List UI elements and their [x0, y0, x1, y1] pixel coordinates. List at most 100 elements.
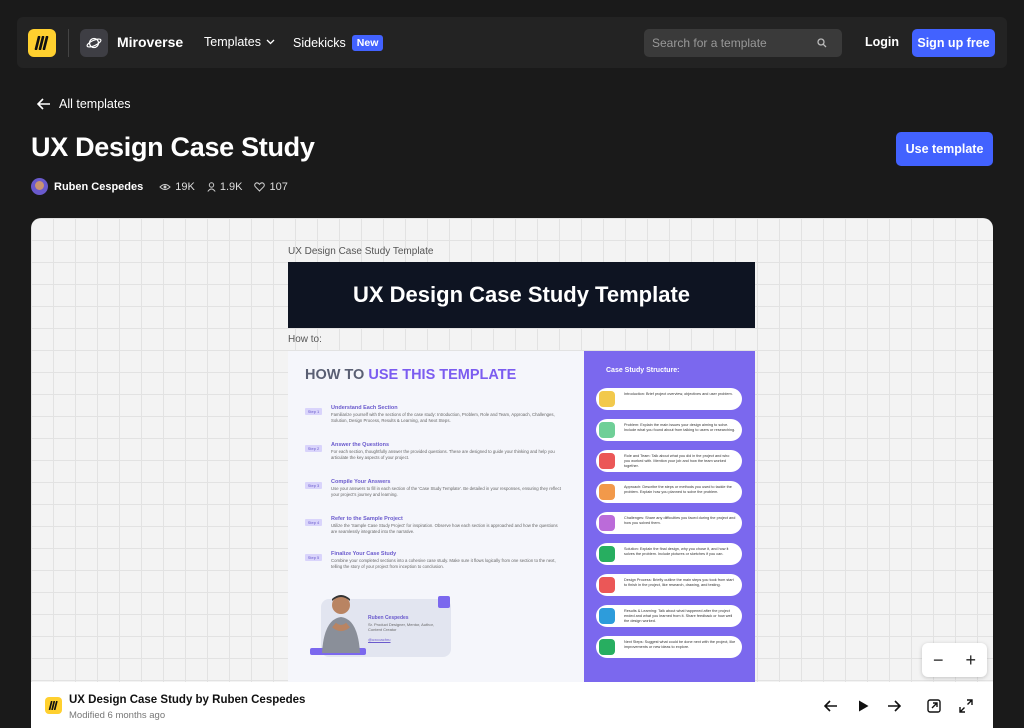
templates-menu[interactable]: Templates	[204, 35, 275, 49]
structure-item: Challenges: Share any difficulties you f…	[596, 512, 742, 534]
board-banner: UX Design Case Study Template	[288, 262, 755, 328]
zoom-out-button[interactable]: −	[933, 650, 944, 671]
back-label: All templates	[59, 97, 131, 111]
structure-item: Next Steps: Suggest what could be done n…	[596, 636, 742, 658]
brand-name[interactable]: Miroverse	[117, 34, 183, 50]
structure-item-text: Approach: Describe the steps or methods …	[624, 485, 732, 494]
arrow-left-icon	[37, 98, 50, 110]
linkedin-icon	[438, 596, 450, 608]
step-text: Utilize the 'Sample Case Study Project' …	[331, 523, 558, 534]
chevron-down-icon	[266, 39, 275, 45]
author-photo	[322, 595, 360, 653]
board-footer-bar: UX Design Case Study by Ruben Cespedes M…	[31, 682, 993, 728]
miro-logo-icon	[45, 697, 62, 714]
search-box	[644, 29, 842, 57]
step-text: Use your answers to fill in each section…	[331, 486, 561, 497]
signup-button[interactable]: Sign up free	[912, 29, 995, 57]
step-heading: Refer to the Sample Project	[331, 516, 403, 522]
next-steps-icon	[599, 639, 615, 655]
miroverse-planet-icon[interactable]	[80, 29, 108, 57]
views-stat: 19K	[159, 181, 195, 193]
open-external-icon[interactable]	[924, 696, 944, 716]
previous-arrow-icon[interactable]	[821, 696, 841, 716]
solution-check-icon	[599, 546, 615, 562]
play-icon[interactable]	[853, 696, 873, 716]
step-heading: Finalize Your Case Study	[331, 551, 397, 557]
board-title: UX Design Case Study by Ruben Cespedes	[69, 694, 306, 706]
how-title-part-a: HOW TO	[305, 367, 369, 383]
step-text: Combine your completed sections into a c…	[331, 558, 556, 569]
structure-item-text: Challenges: Share any difficulties you f…	[624, 516, 736, 525]
design-process-icon	[599, 577, 615, 593]
new-badge: New	[351, 35, 384, 51]
step-tag: Step 3	[305, 482, 322, 489]
users-stat: 1.9K	[207, 180, 243, 193]
likes-count: 107	[269, 180, 288, 193]
search-input[interactable]	[652, 36, 817, 50]
structure-item: Role and Team: Talk about what you did i…	[596, 450, 742, 472]
structure-item: Solution: Explain the final design, why …	[596, 543, 742, 565]
step-heading: Answer the Questions	[331, 442, 390, 448]
step-heading: Compile Your Answers	[331, 479, 391, 485]
template-meta: Ruben Cespedes 19K 1.9K 107	[31, 178, 300, 195]
how-to-title: HOW TO USE THIS TEMPLATE	[305, 367, 516, 383]
search-icon[interactable]	[817, 38, 827, 48]
templates-menu-label: Templates	[204, 35, 261, 49]
heart-icon	[254, 181, 266, 192]
user-icon	[207, 181, 216, 192]
structure-item: Results & Learning: Talk about what happ…	[596, 605, 742, 627]
challenges-icon	[599, 515, 615, 531]
zoom-control: − +	[922, 643, 987, 677]
nav-divider	[68, 29, 69, 57]
top-navigation: Miroverse Templates Sidekicks New Login …	[17, 17, 1007, 68]
use-template-button[interactable]: Use template	[896, 132, 993, 166]
approach-icon	[599, 484, 615, 500]
frame-label: UX Design Case Study Template	[288, 246, 434, 257]
author-name[interactable]: Ruben Cespedes	[54, 181, 143, 193]
structure-panel: Case Study Structure: Introduction: Brie…	[584, 351, 755, 686]
structure-title: Case Study Structure:	[606, 367, 680, 374]
results-magnifier-icon	[599, 608, 615, 624]
structure-item-text: Results & Learning: Talk about what happ…	[624, 609, 733, 623]
board-preview-canvas[interactable]: UX Design Case Study Template UX Design …	[31, 218, 993, 728]
next-arrow-icon[interactable]	[884, 696, 904, 716]
sidekicks-label: Sidekicks	[293, 36, 346, 50]
problem-icon	[599, 422, 615, 438]
eye-icon	[159, 183, 171, 190]
start-flag-icon	[599, 391, 615, 407]
author-card-role: Sr. Product Designer, Mentor, Author, Co…	[368, 622, 434, 632]
author-card-name: Ruben Cespedes	[368, 615, 409, 621]
structure-item-text: Role and Team: Talk about what you did i…	[624, 454, 730, 468]
step-tag: Step 4	[305, 519, 322, 526]
sidekicks-link[interactable]: Sidekicks New	[293, 35, 384, 51]
howto-frame-label: How to:	[288, 334, 322, 345]
author-avatar[interactable]	[31, 178, 48, 195]
step-tag: Step 5	[305, 554, 322, 561]
structure-item: Approach: Describe the steps or methods …	[596, 481, 742, 503]
how-title-part-b: USE THIS TEMPLATE	[368, 367, 517, 383]
author-card-handle: @uxcoachru	[368, 637, 391, 642]
step-text: For each section, thoughtfully answer th…	[331, 449, 555, 460]
step-heading: Understand Each Section	[331, 405, 398, 411]
structure-item-text: Solution: Explain the final design, why …	[624, 547, 729, 556]
step-text: Familiarize yourself with the sections o…	[331, 412, 555, 423]
users-count: 1.9K	[219, 180, 243, 193]
structure-item: Problem: Explain the main issues your de…	[596, 419, 742, 441]
structure-item-text: Introduction: Brief project overview, ob…	[624, 392, 733, 396]
views-count: 19K	[175, 180, 195, 193]
login-link[interactable]: Login	[865, 35, 899, 49]
structure-item: Design Process: Briefly outline the main…	[596, 574, 742, 596]
structure-item: Introduction: Brief project overview, ob…	[596, 388, 742, 410]
miro-logo-icon[interactable]	[28, 29, 56, 57]
team-icon	[599, 453, 615, 469]
zoom-in-button[interactable]: +	[965, 650, 976, 671]
board-modified: Modified 6 months ago	[69, 710, 166, 721]
page-title: UX Design Case Study	[31, 132, 315, 162]
likes-stat[interactable]: 107	[254, 180, 288, 193]
structure-item-text: Design Process: Briefly outline the main…	[624, 578, 734, 587]
fullscreen-icon[interactable]	[956, 696, 976, 716]
step-tag: Step 2	[305, 445, 322, 452]
structure-item-text: Next Steps: Suggest what could be done n…	[624, 640, 736, 649]
back-to-templates-link[interactable]: All templates	[37, 97, 131, 111]
step-tag: Step 1	[305, 408, 322, 415]
